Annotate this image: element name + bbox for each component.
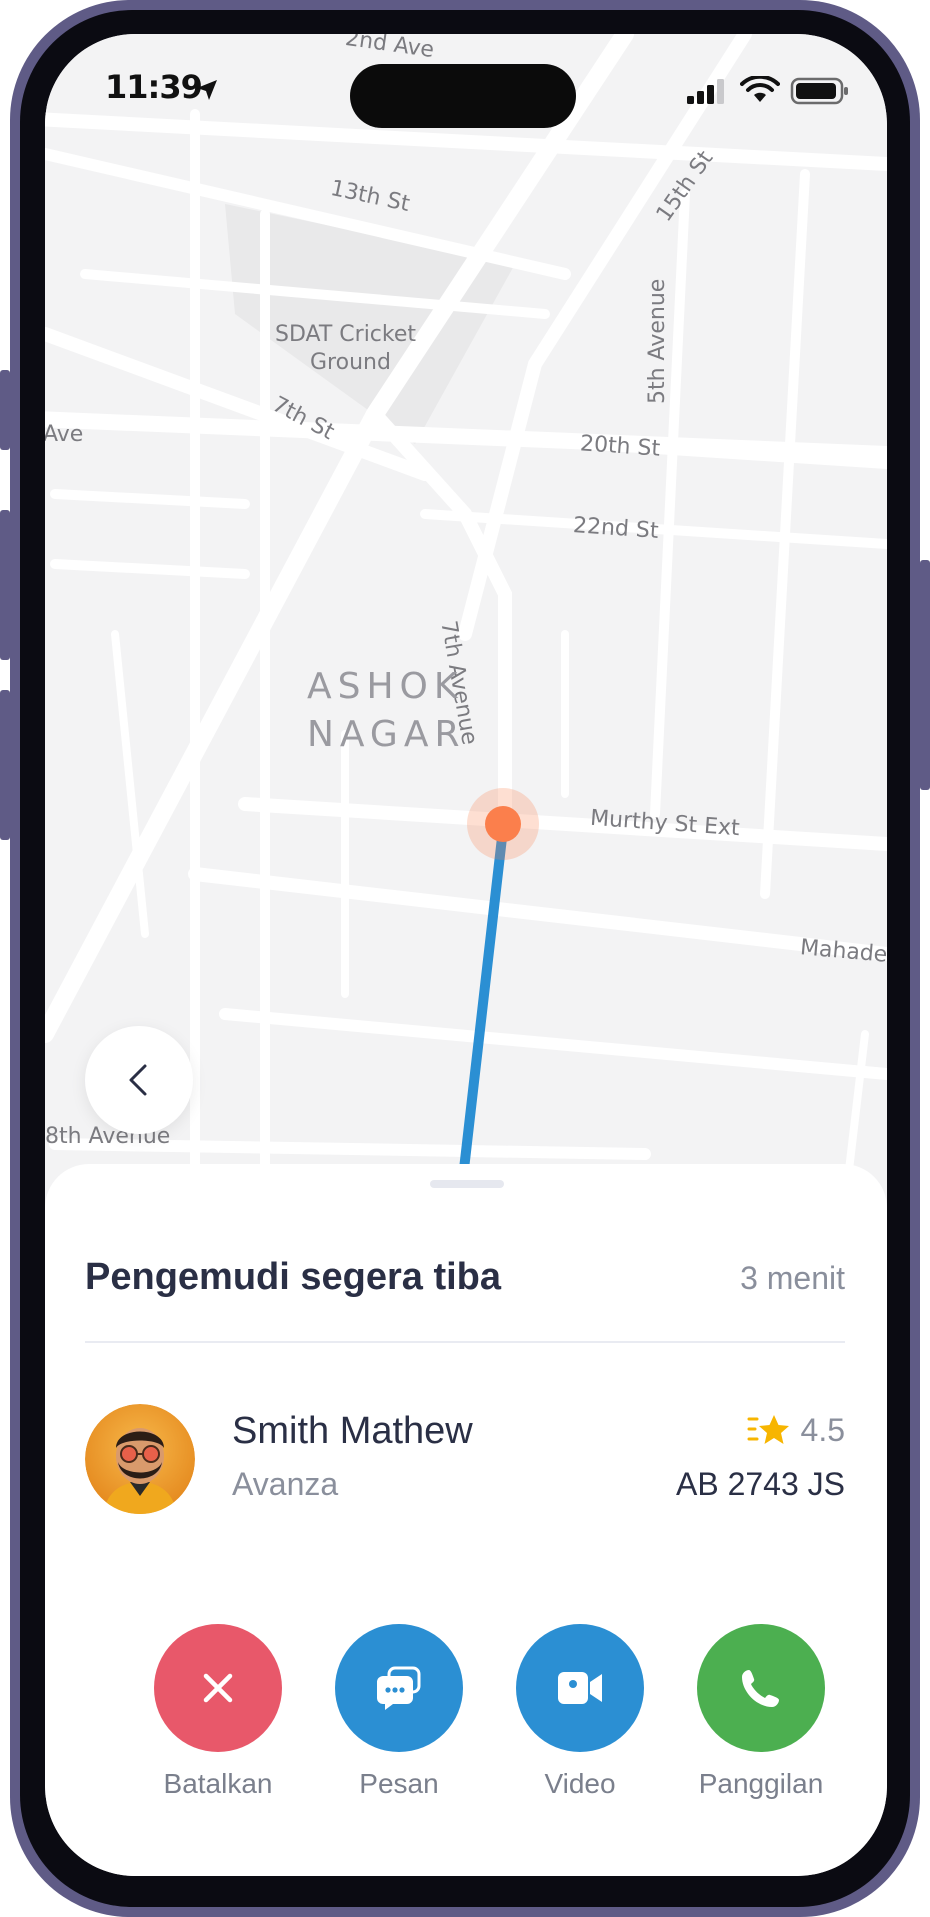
sheet-drag-handle[interactable] <box>430 1180 504 1188</box>
eta-text: 3 menit <box>740 1260 845 1296</box>
driver-name: Smith Mathew <box>232 1410 473 1452</box>
location-arrow-icon <box>197 80 217 100</box>
car-model: Avanza <box>232 1466 339 1502</box>
cancel-action[interactable]: Batalkan <box>133 1624 303 1800</box>
call-action[interactable]: Panggilan <box>676 1624 846 1800</box>
chevron-left-icon <box>129 1064 147 1096</box>
driver-avatar-icon <box>85 1404 195 1514</box>
chat-icon <box>377 1666 421 1710</box>
route-line <box>455 824 508 1204</box>
pickup-marker <box>485 806 521 842</box>
sheet-title: Pengemudi segera tiba <box>85 1256 502 1298</box>
license-plate: AB 2743 JS <box>676 1466 845 1502</box>
driver-avatar <box>85 1404 195 1514</box>
phone-volume-down <box>0 690 10 840</box>
message-button[interactable] <box>335 1624 463 1752</box>
battery-icon <box>790 77 848 105</box>
route-overlay <box>455 788 539 1204</box>
video-button[interactable] <box>516 1624 644 1752</box>
status-time: 11:39 <box>105 68 203 106</box>
video-label: Video <box>544 1768 616 1799</box>
call-label: Panggilan <box>698 1768 824 1799</box>
video-action[interactable]: Video <box>495 1624 665 1800</box>
phone-volume-up <box>0 510 10 660</box>
message-label: Pesan <box>359 1768 439 1799</box>
close-icon <box>203 1673 233 1703</box>
message-action[interactable]: Pesan <box>314 1624 484 1800</box>
screen: 2nd Ave 13th St 15th St SDAT Cricket Gro… <box>45 34 887 1876</box>
driver-bottom-sheet: Pengemudi segera tiba 3 menit Smith Math… <box>45 1164 887 1876</box>
wifi-icon <box>740 76 780 102</box>
cancel-label: Batalkan <box>163 1768 273 1799</box>
driver-rating: 4.5 <box>747 1412 845 1449</box>
call-button[interactable] <box>697 1624 825 1752</box>
cancel-button[interactable] <box>154 1624 282 1752</box>
rating-value: 4.5 <box>800 1412 845 1448</box>
phone-side-button <box>0 370 10 450</box>
back-button[interactable] <box>85 1026 193 1134</box>
video-icon <box>558 1672 602 1704</box>
divider <box>85 1341 845 1343</box>
dynamic-island <box>350 64 576 128</box>
star-icon <box>747 1414 789 1444</box>
phone-icon <box>742 1670 779 1707</box>
phone-power-button <box>920 560 930 790</box>
map-view[interactable]: 2nd Ave 13th St 15th St SDAT Cricket Gro… <box>45 34 887 1204</box>
signal-icon <box>687 79 724 104</box>
action-bar: Batalkan Pesan Video Panggilan <box>45 1624 887 1804</box>
